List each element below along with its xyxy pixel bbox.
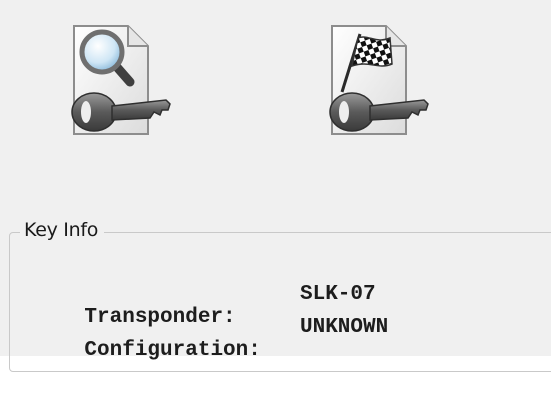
finish-key-button[interactable] [312,12,442,142]
transponder-value: SLK-07 [300,283,376,306]
key-panel: Key Info Transponder: SLK-07 Configurati… [0,0,551,372]
configuration-label: Configuration: [84,339,261,362]
key-search-icon [71,25,171,135]
configuration-value: UNKNOWN [300,316,389,339]
key-checkered-flag-icon [329,25,429,135]
key-info-title: Key Info [20,219,105,241]
configuration-row: Configuration: UNKNOWN [34,316,388,408]
read-key-button[interactable] [54,12,184,142]
